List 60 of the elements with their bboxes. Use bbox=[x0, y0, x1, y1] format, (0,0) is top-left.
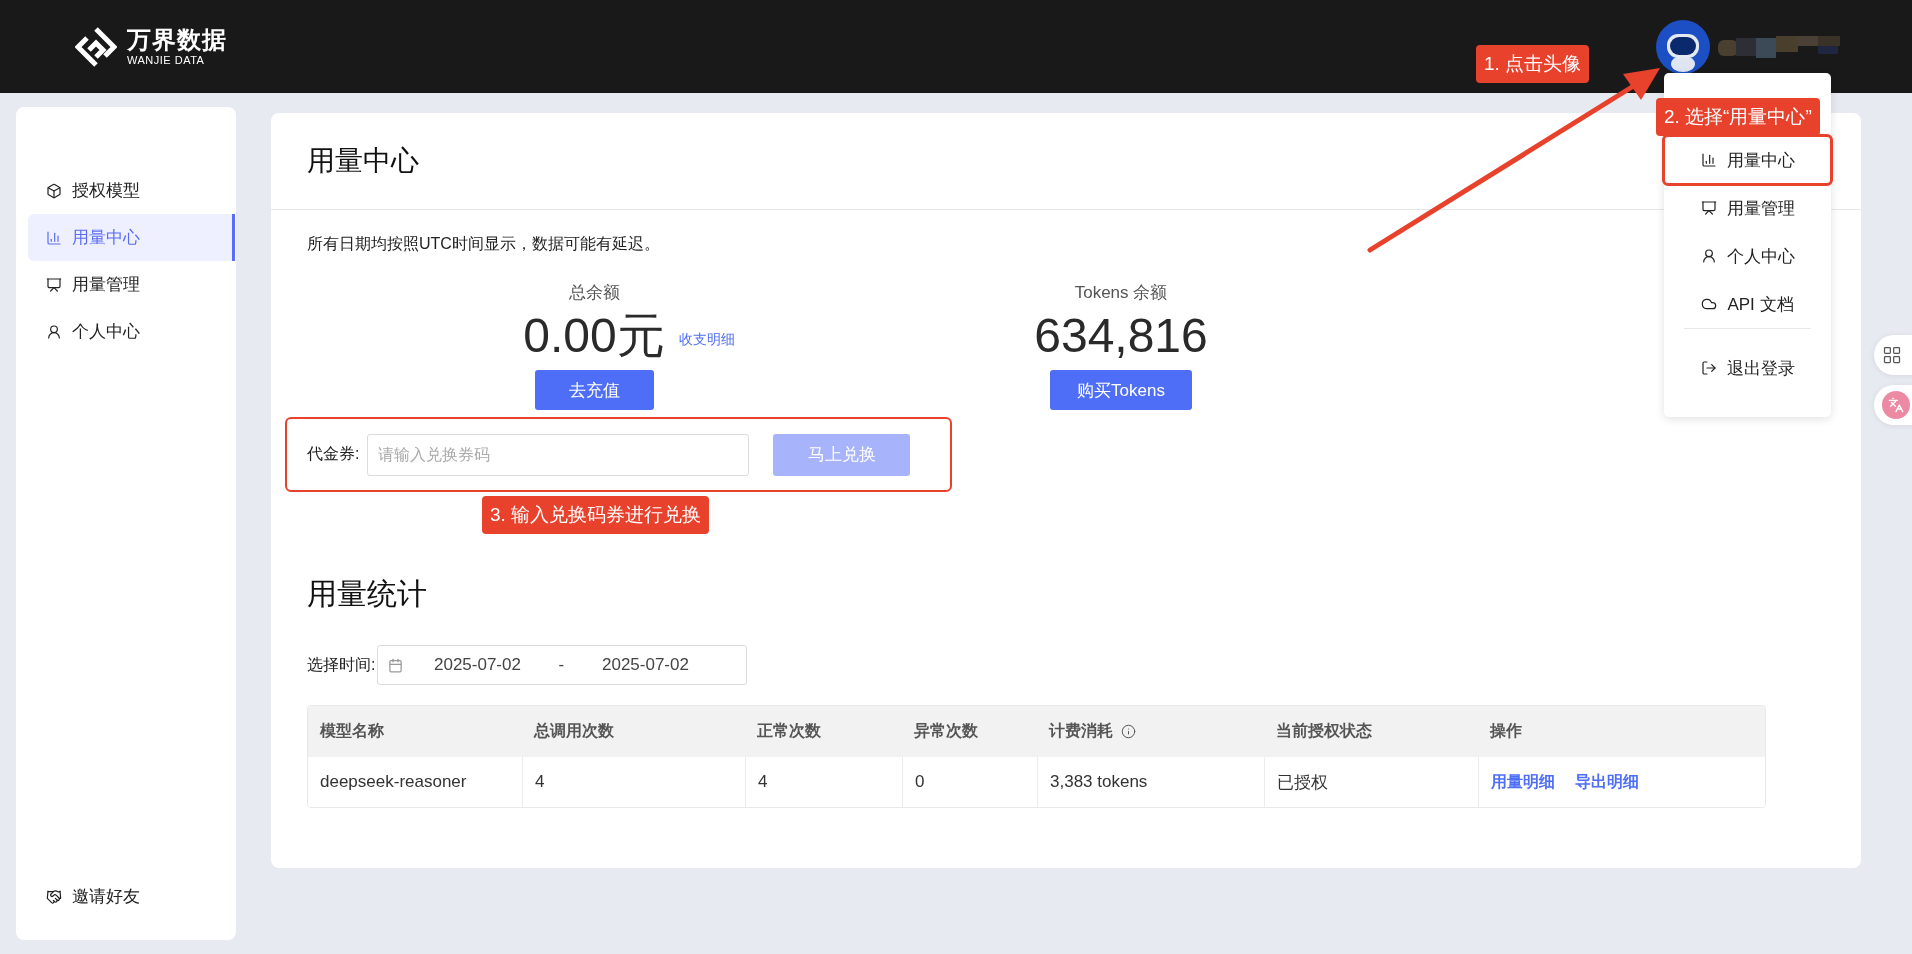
chart-icon bbox=[1700, 152, 1717, 168]
action-link[interactable]: 用量明细 bbox=[1491, 771, 1555, 793]
voucher-input-field[interactable]: 请输入兑换券码 bbox=[367, 433, 750, 476]
table-cell: 4 bbox=[522, 757, 745, 807]
logo-icon bbox=[75, 25, 117, 68]
column-header: 总调用次数 bbox=[532, 721, 615, 741]
notice-text: 所有日期均按照UTC时间显示，数据可能有延迟。 bbox=[307, 234, 661, 254]
date-label: 选择时间: bbox=[307, 654, 376, 675]
avatar-icon[interactable] bbox=[1656, 19, 1710, 74]
page-title: 用量中心 bbox=[307, 144, 419, 178]
menu-item[interactable]: 个人中心 bbox=[1664, 232, 1831, 280]
presentation-icon bbox=[1700, 200, 1717, 216]
chart-icon bbox=[46, 229, 62, 246]
float-button[interactable] bbox=[1874, 335, 1912, 375]
table-cell: 3,383 tokens bbox=[1037, 757, 1264, 807]
table-cell: 4 bbox=[745, 757, 902, 807]
balance-label: 总余额 bbox=[568, 282, 620, 304]
sidebar-item[interactable]: 授权模型 bbox=[28, 167, 223, 214]
annotation-label: 1. 点击头像 bbox=[1476, 45, 1590, 83]
logo-title: 万界数据 bbox=[127, 26, 227, 54]
calendar-icon bbox=[388, 657, 404, 673]
grid-icon bbox=[1882, 345, 1902, 365]
balance-amount: 0.00元 bbox=[523, 308, 665, 364]
menu-item[interactable]: API 文档 bbox=[1664, 280, 1831, 328]
logout-icon bbox=[1700, 360, 1717, 376]
menu-item[interactable]: 用量管理 bbox=[1664, 184, 1831, 232]
action-link[interactable]: 导出明细 bbox=[1575, 771, 1639, 793]
user-icon bbox=[1700, 248, 1717, 264]
tokens-label: Tokens 余额 bbox=[1074, 282, 1168, 304]
section-title: 用量统计 bbox=[307, 576, 428, 612]
sidebar-item[interactable]: 用量管理 bbox=[28, 261, 223, 308]
table-cell: 已授权 bbox=[1264, 757, 1478, 807]
annotation-label: 2. 选择“用量中心” bbox=[1656, 98, 1820, 136]
column-header: 异常次数 bbox=[913, 721, 979, 741]
presentation-icon bbox=[46, 276, 62, 293]
tokens-amount: 634,816 bbox=[1034, 308, 1208, 364]
annotation-label: 3. 输入兑换码券进行兑换 bbox=[482, 496, 710, 534]
column-header: 计费消耗 bbox=[1037, 706, 1264, 757]
menu-item[interactable]: 退出登录 bbox=[1664, 344, 1831, 392]
invite-link[interactable]: 邀请好友 bbox=[28, 873, 236, 920]
translate-icon bbox=[1888, 397, 1904, 413]
table-cell-text: deepseek-reasoner bbox=[319, 771, 468, 793]
column-header: 正常次数 bbox=[756, 721, 822, 741]
voucher-label: 代金券: bbox=[307, 444, 360, 464]
cloud-icon bbox=[1701, 296, 1718, 312]
sidebar-item[interactable]: 个人中心 bbox=[28, 308, 223, 355]
column-header: 操作 bbox=[1488, 721, 1523, 741]
date-range-field[interactable]: 2025-07-02 - 2025-07-02 bbox=[377, 645, 748, 685]
logo-subtitle: WANJIE DATA bbox=[127, 54, 206, 67]
menu-item[interactable]: 用量中心 bbox=[1664, 136, 1831, 184]
column-header: 当前授权状态 bbox=[1275, 721, 1373, 741]
handshake-icon bbox=[46, 888, 62, 905]
column-header: 模型名称 bbox=[319, 721, 385, 741]
buy-tokens-button[interactable]: 购买Tokens bbox=[1050, 370, 1192, 410]
cube-icon bbox=[46, 182, 62, 199]
sidebar-item[interactable]: 用量中心 bbox=[28, 214, 235, 261]
recharge-button[interactable]: 去充值 bbox=[534, 370, 654, 410]
table-cell: 0 bbox=[902, 757, 1037, 807]
transactions-link[interactable]: 收支明细 bbox=[678, 323, 735, 349]
user-icon bbox=[46, 323, 62, 340]
